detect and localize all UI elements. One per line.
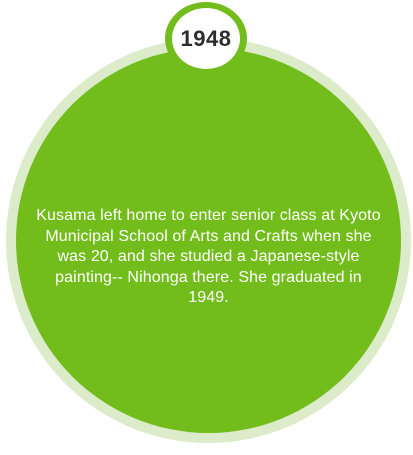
event-description: Kusama left home to enter senior class a… xyxy=(36,207,381,307)
year-label: 1948 xyxy=(180,25,232,51)
year-badge: 1948 xyxy=(172,8,240,69)
event-circle: Kusama left home to enter senior class a… xyxy=(16,48,401,433)
timeline-card: Kusama left home to enter senior class a… xyxy=(0,0,413,455)
